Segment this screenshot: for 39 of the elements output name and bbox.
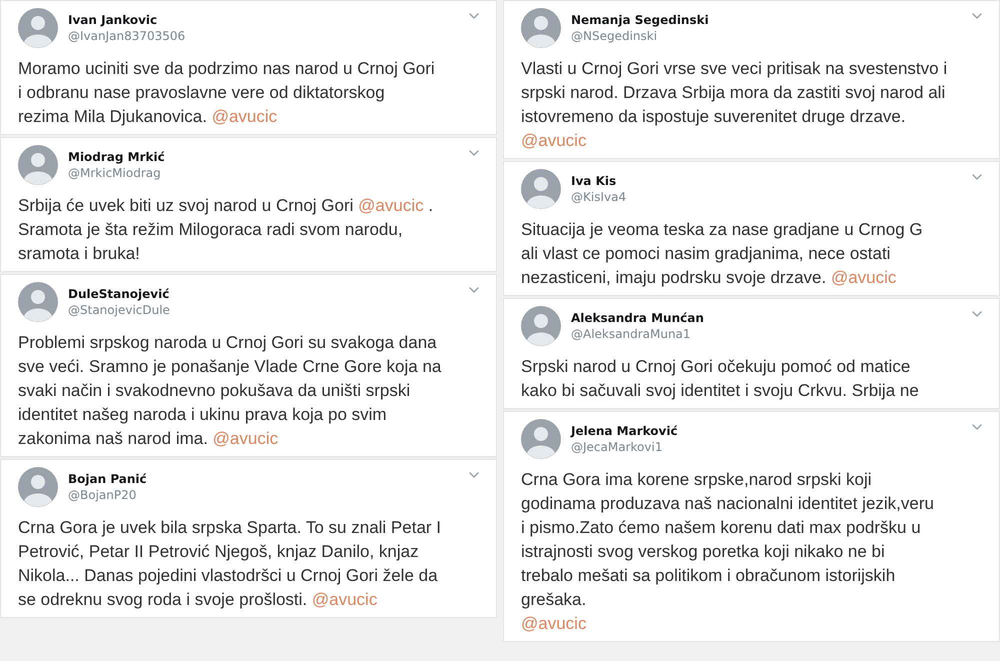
tweet-text: Crna Gora je uvek bila srpska Sparta. To su znali Petar I Petrović, Petar II Petrović Njegoš, knjaz Danilo, knjaz Nikola... Danas pojedini vlastodršci u Crnoj Gori žele da se odreknu svog roda i svoje prošlosti. @avucic — [18, 517, 442, 611]
tweet-text: Vlasti u Crnoj Gori vrse sve veci pritisak na svestenstvo i srpski narod. Drzava Srbija mora da zastiti svoj narod ali istovremeno da ispostuje suverenitet druge drzave. @avucic — [521, 58, 948, 152]
user-name: Bojan Panić — [68, 472, 148, 486]
mention-link[interactable]: @avucic — [212, 107, 278, 126]
user-name: Jelena Marković — [571, 424, 679, 438]
tweet-text: Srbija će uvek biti uz svoj narod u Crnoj Gori @avucic . Sramota je šta režim Milogoraca radi svom narodu, sramota i bruka! — [18, 195, 434, 265]
avatar — [18, 8, 58, 48]
tweet-text: Situacija je veoma teska za nase gradjane u Crnog G ali vlast ce pomoci nasim gradjanima, nece ostati nezasticeni, imaju podrsku svoje drzave. @avucic — [521, 219, 924, 289]
user-name: Ivan Jankovic — [68, 13, 158, 27]
mention-link[interactable]: @avucic — [358, 196, 424, 215]
user-handle: @NSegedinski — [571, 29, 658, 43]
avatar — [521, 306, 561, 346]
user-handle: @BojanP20 — [68, 488, 138, 502]
user-handle: @KisIva4 — [571, 190, 628, 204]
tweet-text: Problemi srpskog naroda u Crnoj Gori su svakoga dana sve veći. Sramno je ponašanje Vlade Crne Gore koja na svaki način i svakodnevno pokušava da uništi srpski identitet našeg naroda i ukinu prava koja po svim zakonima naš narod ima. @avucic — [18, 332, 442, 450]
user-handle: @MrkicMiodrag — [68, 166, 162, 180]
user-handle: @StanojevicDule — [68, 303, 171, 317]
avatar — [18, 145, 58, 185]
avatar — [521, 169, 561, 209]
user-name: Aleksandra Munćan — [571, 311, 705, 325]
avatar — [18, 467, 58, 507]
tweet-text: Crna Gora ima korene srpske,narod srpski koji godinama produzava naš nacionalni identitet jezik,veru i pismo.Zato ćemo našem korenu dati max podršku u istrajnosti svog verskog poretka koji nikako ne bi trebalo mešati sa politikom i obračunom istorijskih grešaka. @avucic — [521, 469, 935, 635]
mention-link[interactable]: @avucic — [521, 131, 586, 150]
user-name: DuleStanojević — [68, 287, 170, 301]
avatar — [521, 419, 561, 459]
mention-link[interactable]: @avucic — [521, 614, 586, 633]
user-name: Iva Kis — [571, 174, 618, 188]
mention-link[interactable]: @avucic — [830, 268, 896, 287]
tweet-text: Moramo uciniti sve da podrzimo nas narod u Crnoj Gori i odbranu nase pravoslavne vere od diktatorskog rezima Mila Djukanovica. @avucic — [18, 58, 436, 128]
mention-link[interactable]: @avucic — [312, 590, 378, 609]
avatar — [521, 8, 561, 48]
mention-link[interactable]: @avucic — [212, 429, 278, 448]
user-handle: @IvanJan83703506 — [68, 29, 186, 43]
user-handle: @JecaMarkovi1 — [571, 440, 664, 454]
user-name: Nemanja Segedinski — [571, 13, 710, 27]
avatar — [18, 282, 58, 322]
user-handle: @AleksandraMuna1 — [571, 327, 692, 341]
tweet-text: Srpski narod u Crnoj Gori očekuju pomoć od matice kako bi sačuvali svoj identitet i svoju Crkvu. Srbija ne — [521, 356, 920, 402]
user-name: Miodrag Mrkić — [68, 150, 166, 164]
